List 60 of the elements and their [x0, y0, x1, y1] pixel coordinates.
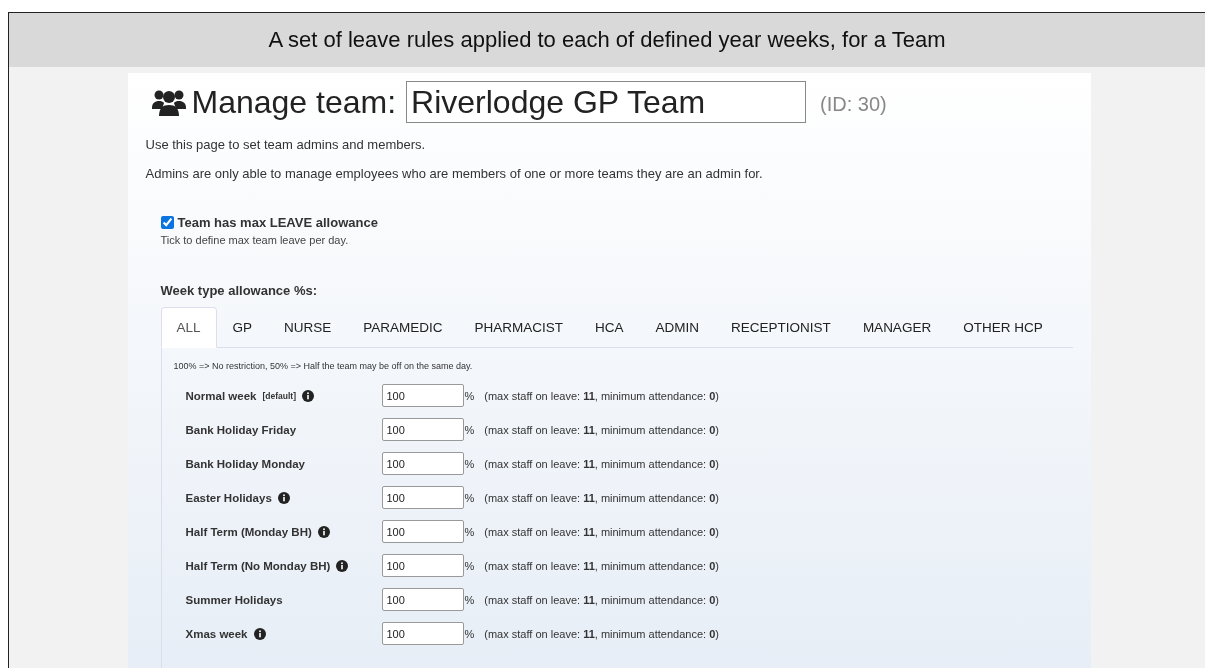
- tab-note: 100% => No restriction, 50% => Half the team may be off on the same day.: [173, 361, 474, 371]
- week-detail: (max staff on leave: 11, minimum attendance: 0): [484, 389, 719, 402]
- checkbox-hint: Tick to define max team leave per day.: [160, 234, 350, 246]
- info-icon[interactable]: [302, 389, 314, 402]
- percent-field[interactable]: 100: [381, 418, 464, 441]
- team-icon: [151, 88, 186, 116]
- intro-text: Use this page to set team admins and members.: [145, 137, 427, 152]
- default-tag: [default]: [262, 390, 296, 401]
- week-detail: (max staff on leave: 11, minimum attendance: 0): [484, 423, 719, 436]
- role-tab[interactable]: HCA: [579, 307, 640, 348]
- week-name: Bank Holiday Friday: [185, 423, 297, 436]
- week-detail: (max staff on leave: 11, minimum attendance: 0): [484, 593, 719, 606]
- percent-unit: %: [464, 525, 475, 538]
- percent-field[interactable]: 100: [381, 452, 464, 475]
- role-tab[interactable]: PHARMACIST: [458, 307, 580, 348]
- caption-bar: A set of leave rules applied to each of defined year weeks, for a Team: [9, 13, 1205, 67]
- week-name: Summer Holidays: [185, 593, 283, 606]
- week-detail: (max staff on leave: 11, minimum attendance: 0): [484, 491, 719, 504]
- percent-unit: %: [464, 593, 475, 606]
- section-heading: Week type allowance %s:: [160, 283, 319, 298]
- week-detail: (max staff on leave: 11, minimum attendance: 0): [484, 525, 719, 538]
- week-detail: (max staff on leave: 11, minimum attendance: 0): [484, 457, 719, 470]
- role-tab[interactable]: PARAMEDIC: [347, 307, 459, 348]
- percent-field[interactable]: 100: [381, 384, 464, 407]
- role-tab[interactable]: MANAGER: [846, 307, 948, 348]
- info-icon[interactable]: [317, 525, 330, 538]
- week-name: Half Term (Monday BH): [185, 525, 312, 538]
- percent-unit: %: [464, 559, 475, 572]
- role-tab[interactable]: GP: [216, 307, 269, 348]
- percent-unit: %: [464, 389, 475, 402]
- max-leave-checkbox[interactable]: [160, 216, 174, 229]
- role-tab[interactable]: OTHER HCP: [947, 307, 1059, 348]
- percent-field[interactable]: 100: [381, 622, 464, 645]
- percent-unit: %: [464, 423, 475, 436]
- info-icon[interactable]: [336, 559, 349, 572]
- checkbox-label: Team has max LEAVE allowance: [177, 215, 378, 230]
- role-tab[interactable]: ALL: [160, 307, 217, 348]
- role-tab[interactable]: NURSE: [268, 307, 348, 348]
- team-name-field[interactable]: Riverlodge GP Team: [406, 81, 807, 123]
- week-detail: (max staff on leave: 11, minimum attendance: 0): [484, 559, 719, 572]
- percent-unit: %: [464, 457, 475, 470]
- week-name: Xmas week: [185, 627, 248, 640]
- percent-unit: %: [464, 491, 475, 504]
- percent-unit: %: [464, 627, 475, 640]
- intro-text: Admins are only able to manage employees who are members of one or more teams they are an admin for.: [145, 166, 764, 181]
- week-name: Normal week: [185, 389, 257, 402]
- role-tab[interactable]: RECEPTIONIST: [715, 307, 847, 348]
- percent-field[interactable]: 100: [381, 486, 464, 509]
- info-icon[interactable]: [277, 491, 290, 504]
- week-name: Half Term (No Monday BH): [185, 559, 331, 572]
- percent-field[interactable]: 100: [381, 520, 464, 543]
- team-id: (ID: 30): [820, 92, 887, 116]
- info-icon[interactable]: [253, 627, 266, 640]
- week-name: Easter Holidays: [185, 491, 272, 504]
- week-name: Bank Holiday Monday: [185, 457, 305, 470]
- week-detail: (max staff on leave: 11, minimum attendance: 0): [484, 627, 719, 640]
- page-title: Manage team:: [191, 83, 397, 121]
- percent-field[interactable]: 100: [381, 588, 464, 611]
- percent-field[interactable]: 100: [381, 554, 464, 577]
- role-tab[interactable]: ADMIN: [639, 307, 716, 348]
